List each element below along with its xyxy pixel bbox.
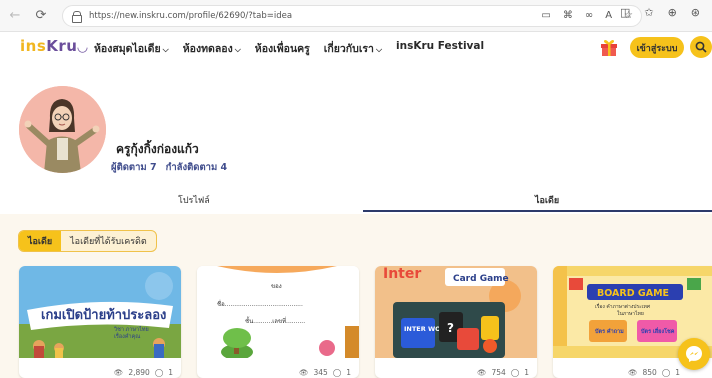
comments-count: 1 — [346, 368, 351, 377]
chevron-down-icon: ⌵ — [375, 45, 383, 54]
comment-icon: ◯ — [510, 368, 520, 377]
card-thumbnail: เกมเปิดป้ายท้าประลอง วิชา ภาษาไทย เรื่อง… — [19, 266, 181, 358]
menu-festival[interactable]: insKru Festival — [396, 40, 484, 57]
apps-icon[interactable]: ⌘ — [563, 10, 573, 21]
card-1-subtitle-1: วิชา ภาษาไทย — [113, 326, 149, 333]
idea-card-2[interactable]: ของ ชื่อ................................… — [197, 266, 359, 378]
views-count: 2,890 — [128, 368, 150, 377]
translate-icon[interactable]: ∞ — [585, 10, 593, 21]
card-1-subtitle-2: เรื่องคำคุณ — [114, 332, 140, 340]
comments-count: 1 — [168, 368, 173, 377]
following-link[interactable]: กำลังติดตาม 4 — [166, 160, 228, 175]
idea-filter: ไอเดีย ไอเดียที่ได้รับเครดิต — [18, 230, 157, 252]
main-menu: ห้องสมุดไอเดีย ⌵ ห้องทดลอง ⌵ ห้องเพื่อนครู… — [94, 40, 484, 57]
card-thumbnail: ของ ชื่อ................................… — [197, 266, 359, 358]
follow-stats: ผู้ติดตาม 7 กำลังติดตาม 4 — [111, 160, 227, 175]
chevron-down-icon: ⌵ — [162, 45, 169, 54]
reload-icon[interactable]: ⟳ — [30, 5, 52, 27]
logo-ins: ins — [20, 37, 47, 55]
filter-credited-ideas[interactable]: ไอเดียที่ได้รับเครดิต — [61, 231, 156, 251]
login-button[interactable]: เข้าสู่ระบบ — [630, 37, 684, 58]
filter-ideas[interactable]: ไอเดีย — [19, 231, 62, 251]
favorites-icon[interactable]: ✩ — [644, 6, 653, 19]
logo-kru: Kru — [46, 37, 78, 55]
address-bar[interactable]: https://new.inskru.com/profile/62690/?ta… — [62, 5, 642, 27]
tab-profile[interactable]: โปรไฟล์ — [178, 193, 210, 207]
split-screen-icon[interactable]: ◫ — [620, 6, 630, 19]
card-thumbnail: Card Game Inter INTER WORD ? — [375, 266, 537, 358]
views-count: 850 — [642, 368, 657, 377]
card-2-line-1: ชื่อ....................................… — [217, 300, 303, 308]
card-4-btn-1: บัตร คำถาม — [595, 328, 624, 335]
profile-name: ครูกุ้งกิ้งก่องแก้ว — [116, 142, 199, 156]
lock-icon — [71, 11, 82, 23]
comment-icon: ◯ — [154, 368, 164, 377]
messenger-icon — [686, 346, 702, 362]
card-stats: 👁 2,890 ◯ 1 — [114, 368, 173, 377]
views-count: 754 — [491, 368, 506, 377]
collections-icon[interactable]: ⊕ — [668, 6, 677, 19]
comment-icon: ◯ — [661, 368, 671, 377]
chevron-down-icon: ⌵ — [234, 45, 241, 54]
card-4-btn-2: บัตร เสี่ยงโชค — [641, 327, 675, 335]
menu-idea-library[interactable]: ห้องสมุดไอเดีย ⌵ — [94, 40, 169, 57]
views-count: 345 — [313, 368, 328, 377]
comments-count: 1 — [524, 368, 529, 377]
eye-icon: 👁 — [476, 368, 487, 377]
inskru-logo[interactable]: insKru◡ — [20, 37, 88, 55]
card-4-title: BOARD GAME — [597, 288, 669, 299]
browser-toolbar: ← ⟳ https://new.inskru.com/profile/62690… — [0, 0, 712, 32]
menu-about[interactable]: เกี่ยวกับเรา ⌵ — [324, 40, 382, 57]
read-aloud-icon[interactable]: A — [605, 10, 612, 21]
svg-text:Inter: Inter — [383, 266, 421, 282]
card-4-sub-1: เรื่อง คำภาษาต่างประเทศ — [595, 303, 651, 310]
card-1-title: เกมเปิดป้ายท้าประลอง — [41, 307, 166, 323]
avatar — [19, 86, 106, 173]
search-icon — [695, 41, 707, 53]
card-2-title: ของ — [271, 283, 282, 290]
card-stats: 👁 754 ◯ 1 — [477, 368, 529, 377]
menu-lab[interactable]: ห้องทดลอง ⌵ — [183, 40, 241, 57]
card-stats: 👁 345 ◯ 1 — [299, 368, 351, 377]
reader-icon[interactable]: ▭ — [541, 10, 550, 21]
eye-icon: 👁 — [627, 368, 638, 377]
profile-tabs: โปรไฟล์ ไอเดีย — [0, 188, 712, 214]
back-arrow-icon[interactable]: ← — [4, 5, 26, 27]
active-tab-indicator — [363, 210, 712, 212]
card-4-sub-2: ในภาษาไทย — [617, 310, 644, 317]
svg-text:?: ? — [447, 321, 454, 335]
tab-idea[interactable]: ไอเดีย — [535, 193, 559, 207]
url-text: https://new.inskru.com/profile/62690/?ta… — [89, 11, 293, 21]
followers-link[interactable]: ผู้ติดตาม 7 — [111, 160, 157, 175]
profile-icon[interactable]: ⊛ — [691, 6, 700, 19]
card-3-title: Card Game — [453, 274, 509, 284]
comments-count: 1 — [675, 368, 680, 377]
card-stats: 👁 850 ◯ 1 — [628, 368, 680, 377]
search-button[interactable] — [690, 36, 712, 58]
eye-icon: 👁 — [113, 368, 124, 377]
gift-icon[interactable] — [599, 37, 619, 57]
idea-card-1[interactable]: เกมเปิดป้ายท้าประลอง วิชา ภาษาไทย เรื่อง… — [19, 266, 181, 378]
eye-icon: 👁 — [298, 368, 309, 377]
comment-icon: ◯ — [332, 368, 342, 377]
messenger-chat-button[interactable] — [678, 338, 710, 370]
menu-teacher-friends[interactable]: ห้องเพื่อนครู — [255, 40, 310, 57]
idea-card-3[interactable]: Card Game Inter INTER WORD ? 👁 754 ◯ 1 — [375, 266, 537, 378]
